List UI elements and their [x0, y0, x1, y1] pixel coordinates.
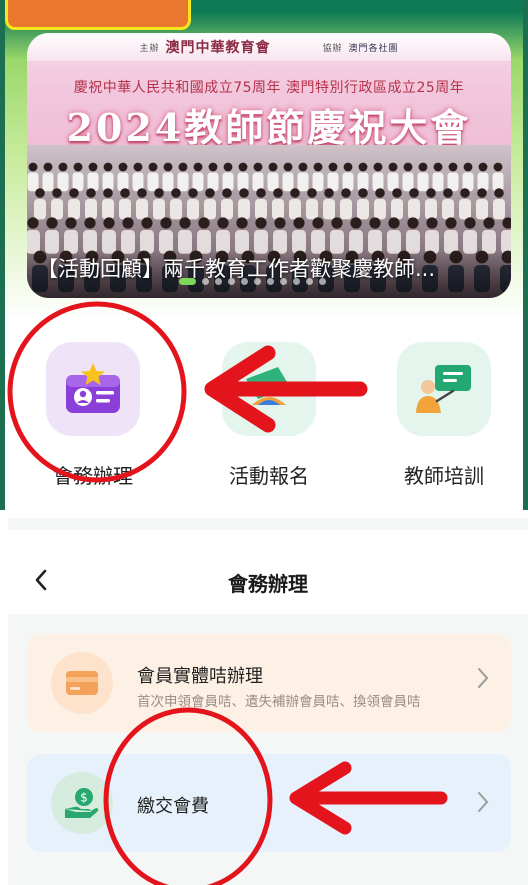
- menu-label-activity-signup: 活動報名: [229, 464, 309, 488]
- subpage-title: 會務辦理: [228, 572, 308, 596]
- event-banner[interactable]: 主辦 澳門中華教育會 協辦 澳門各社團 慶祝中華人民共和國成立75周年 澳門特別…: [27, 33, 511, 298]
- ribbon-host-org: 澳門中華教育會: [165, 40, 271, 56]
- carousel-dot[interactable]: [293, 278, 300, 285]
- menu-item-member-affairs[interactable]: 會務辦理: [33, 342, 153, 489]
- chevron-right-icon: [477, 666, 489, 696]
- menu-item-teacher-training[interactable]: 教師培訓: [384, 342, 504, 489]
- money-hand-icon: $: [51, 772, 113, 834]
- menu-item-activity-signup[interactable]: 活動報名: [209, 342, 329, 489]
- list-item-title: 繳交會費: [137, 796, 209, 817]
- carousel-dot[interactable]: [179, 278, 196, 285]
- list-item-subtitle: 首次申領會員咭、遺失補辦會員咭、換領會員咭: [137, 694, 421, 710]
- banner-ribbon: 主辦 澳門中華教育會 協辦 澳門各社團: [27, 33, 511, 61]
- ribbon-partner-org: 澳門各社團: [348, 43, 399, 54]
- carousel-dot[interactable]: [241, 278, 248, 285]
- menu-label-teacher-training: 教師培訓: [404, 464, 484, 488]
- carousel-dot[interactable]: [267, 278, 274, 285]
- card-icon: [51, 652, 113, 714]
- carousel-dot[interactable]: [254, 278, 261, 285]
- carousel-dot[interactable]: [202, 278, 209, 285]
- ribbon-partner-label: 協辦: [322, 43, 343, 54]
- list-item-member-card[interactable]: 會員實體咭辦理 首次申領會員咭、遺失補辦會員咭、換領會員咭: [27, 634, 511, 732]
- list-item-title: 會員實體咭辦理: [137, 666, 263, 687]
- orange-tab-highlight[interactable]: [5, 0, 191, 30]
- chevron-right-icon: [477, 790, 489, 820]
- carousel-dot[interactable]: [280, 278, 287, 285]
- list-item-pay-fee[interactable]: $ 繳交會費: [27, 754, 511, 852]
- teacher-training-icon: [397, 342, 491, 436]
- banner-main-title: 2024教師節慶祝大會: [66, 105, 472, 150]
- carousel-dots[interactable]: [179, 278, 326, 285]
- activity-icon: [222, 342, 316, 436]
- carousel-dot[interactable]: [306, 278, 313, 285]
- svg-text:$: $: [80, 791, 88, 805]
- ribbon-host-label: 主辦: [139, 43, 160, 54]
- carousel-dot[interactable]: [319, 278, 326, 285]
- member-card-icon: [46, 342, 140, 436]
- banner-subtitle: 慶祝中華人民共和國成立75周年 澳門特別行政區成立25周年: [73, 80, 465, 96]
- carousel-dot[interactable]: [228, 278, 235, 285]
- menu-label-member-affairs: 會務辦理: [53, 464, 133, 488]
- carousel-dot[interactable]: [215, 278, 222, 285]
